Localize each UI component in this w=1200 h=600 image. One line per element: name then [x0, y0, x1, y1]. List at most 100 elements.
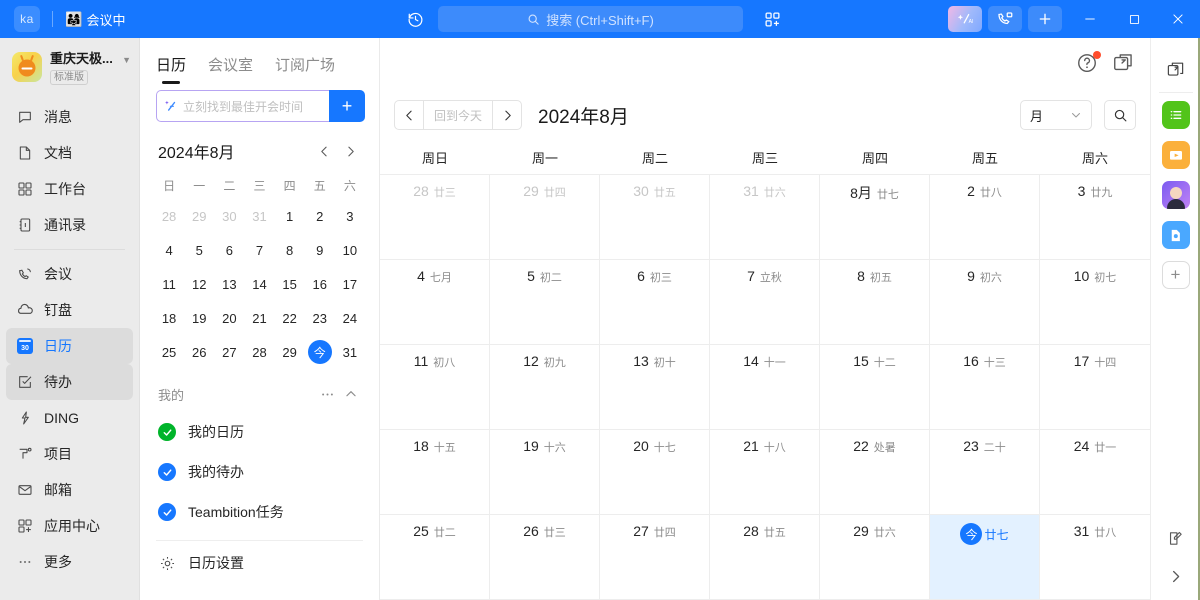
- mini-day-cell[interactable]: 23: [305, 302, 335, 334]
- mini-day-cell[interactable]: 10: [335, 234, 365, 266]
- split-window-icon[interactable]: [1112, 52, 1136, 76]
- day-cell[interactable]: 30廿五: [600, 175, 710, 260]
- mini-day-cell[interactable]: 9: [305, 234, 335, 266]
- mini-day-cell[interactable]: 26: [184, 336, 214, 368]
- day-cell[interactable]: 19十六: [490, 430, 600, 515]
- mini-day-cell[interactable]: 3: [335, 200, 365, 232]
- more-dots-icon[interactable]: [315, 382, 339, 406]
- day-cell[interactable]: 12初九: [490, 345, 600, 430]
- mini-day-cell[interactable]: 1: [275, 200, 305, 232]
- mini-day-cell[interactable]: 13: [214, 268, 244, 300]
- day-cell[interactable]: 29廿六: [820, 515, 930, 600]
- tab-calendar[interactable]: 日历: [156, 38, 186, 90]
- prev-month-button[interactable]: [395, 101, 423, 129]
- calendar-list-item[interactable]: Teambition任务: [140, 492, 379, 532]
- day-cell[interactable]: 18十五: [380, 430, 490, 515]
- global-search-input[interactable]: 搜索 (Ctrl+Shift+F): [438, 6, 743, 32]
- mini-day-cell[interactable]: 19: [184, 302, 214, 334]
- sidebar-item-app-center[interactable]: 应用中心: [6, 508, 133, 544]
- chevron-down-icon[interactable]: ▼: [122, 55, 131, 79]
- mini-day-cell[interactable]: 15: [275, 268, 305, 300]
- day-cell[interactable]: 16十三: [930, 345, 1040, 430]
- sidebar-item-messages[interactable]: 消息: [6, 99, 133, 135]
- day-cell[interactable]: 24廿一: [1040, 430, 1150, 515]
- mini-day-cell[interactable]: 21: [244, 302, 274, 334]
- maximize-icon[interactable]: [1112, 0, 1156, 38]
- mini-day-cell[interactable]: 25: [154, 336, 184, 368]
- day-cell[interactable]: 13初十: [600, 345, 710, 430]
- mini-day-cell[interactable]: 31: [244, 200, 274, 232]
- mini-day-cell[interactable]: 今: [305, 336, 335, 368]
- day-cell[interactable]: 8初五: [820, 260, 930, 345]
- day-cell[interactable]: 6初三: [600, 260, 710, 345]
- mini-day-cell[interactable]: 11: [154, 268, 184, 300]
- day-cell[interactable]: 26廿三: [490, 515, 600, 600]
- day-cell[interactable]: 5初二: [490, 260, 600, 345]
- mini-day-cell[interactable]: 2: [305, 200, 335, 232]
- calendar-list-item[interactable]: 我的待办: [140, 452, 379, 492]
- back-to-today-button[interactable]: 回到今天: [423, 101, 493, 129]
- day-cell[interactable]: 11初八: [380, 345, 490, 430]
- apps-grid-icon[interactable]: [757, 4, 787, 34]
- mini-day-cell[interactable]: 31: [335, 336, 365, 368]
- sidebar-item-calendar[interactable]: 30 日历: [6, 328, 133, 364]
- day-cell[interactable]: 20十七: [600, 430, 710, 515]
- mini-prev-month-button[interactable]: [311, 138, 337, 164]
- day-cell[interactable]: 3廿九: [1040, 175, 1150, 260]
- mini-day-cell[interactable]: 7: [244, 234, 274, 266]
- meeting-status-chip[interactable]: 👨‍👩‍👧 会议中: [65, 10, 125, 29]
- close-icon[interactable]: [1156, 0, 1200, 38]
- app-logo[interactable]: ka: [14, 6, 40, 32]
- sidebar-item-more[interactable]: 更多: [6, 544, 133, 580]
- create-event-button[interactable]: +: [329, 90, 365, 122]
- tab-subscription-plaza[interactable]: 订阅广场: [275, 38, 335, 90]
- mini-day-cell[interactable]: 28: [154, 200, 184, 232]
- sidebar-item-contacts[interactable]: 通讯录: [6, 207, 133, 243]
- day-cell[interactable]: 14十一: [710, 345, 820, 430]
- calendar-settings-row[interactable]: 日历设置: [140, 541, 379, 585]
- sidebar-item-projects[interactable]: 项目: [6, 436, 133, 472]
- day-cell[interactable]: 10初七: [1040, 260, 1150, 345]
- view-mode-select[interactable]: 月: [1020, 100, 1092, 130]
- help-circle-icon[interactable]: [1076, 52, 1100, 76]
- day-cell[interactable]: 2廿八: [930, 175, 1040, 260]
- history-icon[interactable]: [400, 4, 430, 34]
- mini-day-cell[interactable]: 27: [214, 336, 244, 368]
- mini-day-cell[interactable]: 5: [184, 234, 214, 266]
- check-circle-icon[interactable]: [158, 503, 176, 521]
- sidebar-item-todo[interactable]: 待办: [6, 364, 133, 400]
- mini-day-cell[interactable]: 28: [244, 336, 274, 368]
- day-cell[interactable]: 31廿六: [710, 175, 820, 260]
- add-app-button[interactable]: +: [1162, 261, 1190, 289]
- mini-day-cell[interactable]: 6: [214, 234, 244, 266]
- mini-day-cell[interactable]: 24: [335, 302, 365, 334]
- ai-sparkle-icon[interactable]: AI: [948, 6, 982, 32]
- expand-chevron-right-icon[interactable]: [1164, 564, 1188, 588]
- find-best-time-input[interactable]: 立刻找到最佳开会时间: [156, 90, 329, 122]
- calendar-list-item[interactable]: 我的日历: [140, 412, 379, 452]
- day-cell[interactable]: 15十二: [820, 345, 930, 430]
- day-cell[interactable]: 29廿四: [490, 175, 600, 260]
- day-cell[interactable]: 23二十: [930, 430, 1040, 515]
- mini-day-cell[interactable]: 22: [275, 302, 305, 334]
- day-cell[interactable]: 31廿八: [1040, 515, 1150, 600]
- note-edit-icon[interactable]: [1164, 526, 1188, 550]
- plus-icon[interactable]: [1028, 6, 1062, 32]
- sheet-app-icon[interactable]: [1162, 101, 1190, 129]
- mini-day-cell[interactable]: 29: [275, 336, 305, 368]
- mini-day-cell[interactable]: 16: [305, 268, 335, 300]
- sidebar-item-workbench[interactable]: 工作台: [6, 171, 133, 207]
- next-month-button[interactable]: [493, 101, 521, 129]
- day-cell[interactable]: 17十四: [1040, 345, 1150, 430]
- phone-call-icon[interactable]: [988, 6, 1022, 32]
- day-cell[interactable]: 27廿四: [600, 515, 710, 600]
- day-cell[interactable]: 28廿五: [710, 515, 820, 600]
- day-cell[interactable]: 今廿七: [930, 515, 1040, 600]
- day-cell[interactable]: 7立秋: [710, 260, 820, 345]
- day-cell[interactable]: 22处暑: [820, 430, 930, 515]
- minimize-icon[interactable]: [1068, 0, 1112, 38]
- mini-day-cell[interactable]: 30: [214, 200, 244, 232]
- day-cell[interactable]: 4七月: [380, 260, 490, 345]
- day-cell[interactable]: 21十八: [710, 430, 820, 515]
- mini-next-month-button[interactable]: [337, 138, 363, 164]
